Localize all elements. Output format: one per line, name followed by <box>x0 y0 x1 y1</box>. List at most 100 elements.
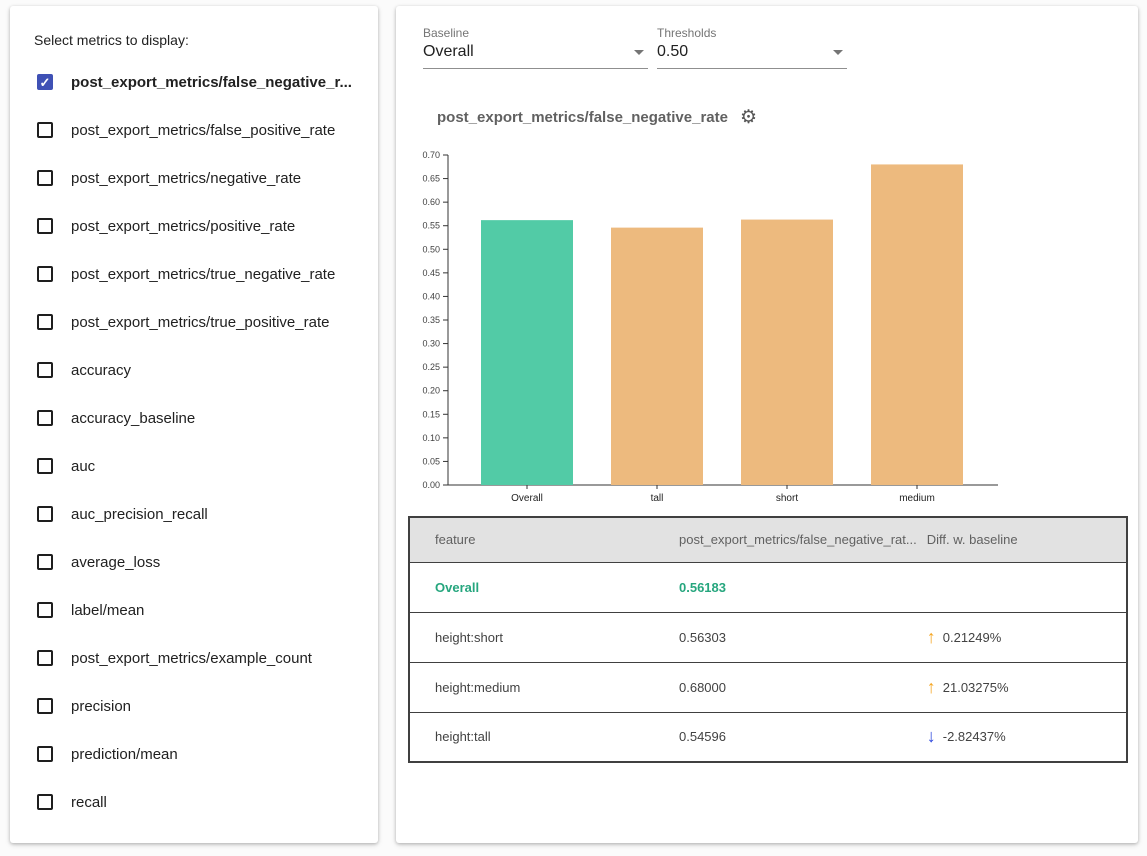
table-header-row: feature post_export_metrics/false_negati… <box>409 517 1127 562</box>
metric-label: precision <box>71 698 131 715</box>
metric-checkbox-item[interactable]: prediction/mean <box>10 730 378 778</box>
metric-label: post_export_metrics/false_negative_r... <box>71 74 352 91</box>
metric-label: post_export_metrics/true_positive_rate <box>71 314 329 331</box>
axis-tick-label: 0.45 <box>422 268 440 278</box>
bar-Overall[interactable] <box>481 220 573 485</box>
feature-cell: Overall <box>409 562 654 612</box>
baseline-select[interactable]: Baseline Overall <box>423 26 648 69</box>
settings-gear-icon[interactable]: ⚙ <box>740 108 757 127</box>
axis-tick-label: 0.30 <box>422 339 440 349</box>
metric-select-title: Select metrics to display: <box>34 32 378 48</box>
diff-cell: ↑0.21249% <box>917 612 1127 662</box>
bar-chart: 0.00 0.05 0.10 0.15 0.20 0.25 0.30 0.35 0.40 0.45… <box>420 148 1026 510</box>
checkbox-unchecked-icon[interactable] <box>37 602 53 618</box>
metric-label: auc <box>71 458 95 475</box>
metric-label: post_export_metrics/example_count <box>71 650 312 667</box>
col-header-metric: post_export_metrics/false_negative_rat..… <box>654 517 917 562</box>
checkbox-unchecked-icon[interactable] <box>37 362 53 378</box>
metric-checkbox-item[interactable]: auc_precision_recall <box>10 490 378 538</box>
diff-cell: ↓ -2.82437% <box>917 712 1127 762</box>
metric-checkbox-item[interactable]: average_loss <box>10 538 378 586</box>
metric-value-cell: 0.68000 <box>654 662 917 712</box>
axis-tick-label: 0.15 <box>422 409 440 419</box>
chevron-down-icon <box>833 50 843 55</box>
axis-tick-label: 0.65 <box>422 174 440 184</box>
diff-cell: ↑21.03275% <box>917 662 1127 712</box>
up-arrow-icon: ↑ <box>927 677 936 697</box>
checkbox-unchecked-icon[interactable] <box>37 746 53 762</box>
metric-checkbox-item[interactable]: post_export_metrics/positive_rate <box>10 202 378 250</box>
feature-cell: height:tall <box>409 712 654 762</box>
checkbox-unchecked-icon[interactable] <box>37 698 53 714</box>
metric-checkbox-item[interactable]: post_export_metrics/true_positive_rate <box>10 298 378 346</box>
metric-label: accuracy <box>71 362 131 379</box>
metric-checkbox-item[interactable]: recall <box>10 778 378 826</box>
bar-medium[interactable] <box>871 164 963 485</box>
metric-value-cell: 0.56183 <box>654 562 917 612</box>
checkbox-unchecked-icon[interactable] <box>37 458 53 474</box>
col-header-diff: Diff. w. baseline <box>917 517 1127 562</box>
table-body: Overall0.56183height:short0.56303↑0.2124… <box>409 562 1127 762</box>
axis-tick-label: 0.25 <box>422 362 440 372</box>
axis-tick-label: 0.40 <box>422 291 440 301</box>
metric-checkbox-item[interactable]: post_export_metrics/true_negative_rate <box>10 250 378 298</box>
metric-checkbox-item[interactable]: auc <box>10 442 378 490</box>
axis-tick-label: 0.05 <box>422 456 440 466</box>
checkbox-unchecked-icon[interactable] <box>37 314 53 330</box>
metrics-list: ✓ post_export_metrics/false_negative_r...… <box>10 58 378 826</box>
axis-tick-label: 0.20 <box>422 386 440 396</box>
checkbox-unchecked-icon[interactable] <box>37 794 53 810</box>
metric-checkbox-item[interactable]: precision <box>10 682 378 730</box>
metric-checkbox-item[interactable]: post_export_metrics/negative_rate <box>10 154 378 202</box>
diff-value: -2.82437% <box>943 729 1006 744</box>
fairness-results-panel: Baseline Overall Thresholds 0.50 post_ex… <box>396 6 1138 843</box>
col-header-feature: feature <box>409 517 654 562</box>
axis-tick-label: Overall <box>511 493 543 504</box>
axis-tick-label: medium <box>899 493 935 504</box>
table-row: height:medium0.68000↑21.03275% <box>409 662 1127 712</box>
diff-value: 0.21249% <box>943 630 1002 645</box>
metric-checkbox-item[interactable]: accuracy_baseline <box>10 394 378 442</box>
metric-label: post_export_metrics/true_negative_rate <box>71 266 335 283</box>
metric-value-cell: 0.54596 <box>654 712 917 762</box>
down-arrow-icon: ↓ <box>927 726 936 746</box>
metric-label: auc_precision_recall <box>71 506 208 523</box>
checkbox-unchecked-icon[interactable] <box>37 170 53 186</box>
axis-tick-label: 0.55 <box>422 221 440 231</box>
metric-checkbox-item[interactable]: accuracy <box>10 346 378 394</box>
table-row: height:short0.56303↑0.21249% <box>409 612 1127 662</box>
checkbox-unchecked-icon[interactable] <box>37 218 53 234</box>
baseline-label: Baseline <box>423 26 648 40</box>
checkbox-unchecked-icon[interactable] <box>37 266 53 282</box>
bar-short[interactable] <box>741 220 833 485</box>
axis-tick-label: 0.10 <box>422 433 440 443</box>
metric-checkbox-item[interactable]: ✓ post_export_metrics/false_negative_r... <box>10 58 378 106</box>
checkbox-unchecked-icon[interactable] <box>37 410 53 426</box>
axis-tick-label: tall <box>651 493 664 504</box>
axis-tick-label: 0.60 <box>422 197 440 207</box>
metric-label: accuracy_baseline <box>71 410 195 427</box>
metric-label: prediction/mean <box>71 746 178 763</box>
metric-value-cell: 0.56303 <box>654 612 917 662</box>
metric-checkbox-item[interactable]: label/mean <box>10 586 378 634</box>
thresholds-label: Thresholds <box>657 26 847 40</box>
bar-tall[interactable] <box>611 228 703 485</box>
metric-select-panel: Select metrics to display: ✓ post_export_… <box>10 6 378 843</box>
metric-label: recall <box>71 794 107 811</box>
axis-tick-label: 0.50 <box>422 244 440 254</box>
checkbox-unchecked-icon[interactable] <box>37 554 53 570</box>
diff-cell <box>917 562 1127 612</box>
thresholds-select[interactable]: Thresholds 0.50 <box>657 26 847 69</box>
feature-cell: height:medium <box>409 662 654 712</box>
checkbox-unchecked-icon[interactable] <box>37 506 53 522</box>
metric-label: post_export_metrics/false_positive_rate <box>71 122 335 139</box>
checkbox-unchecked-icon[interactable] <box>37 122 53 138</box>
metric-checkbox-item[interactable]: post_export_metrics/false_positive_rate <box>10 106 378 154</box>
axis-tick-label: 0.35 <box>422 315 440 325</box>
checkbox-checked-icon[interactable]: ✓ <box>37 74 53 90</box>
checkbox-unchecked-icon[interactable] <box>37 650 53 666</box>
axis-tick-label: 0.00 <box>422 480 440 490</box>
metric-label: post_export_metrics/positive_rate <box>71 218 295 235</box>
metric-label: label/mean <box>71 602 144 619</box>
metric-checkbox-item[interactable]: post_export_metrics/example_count <box>10 634 378 682</box>
